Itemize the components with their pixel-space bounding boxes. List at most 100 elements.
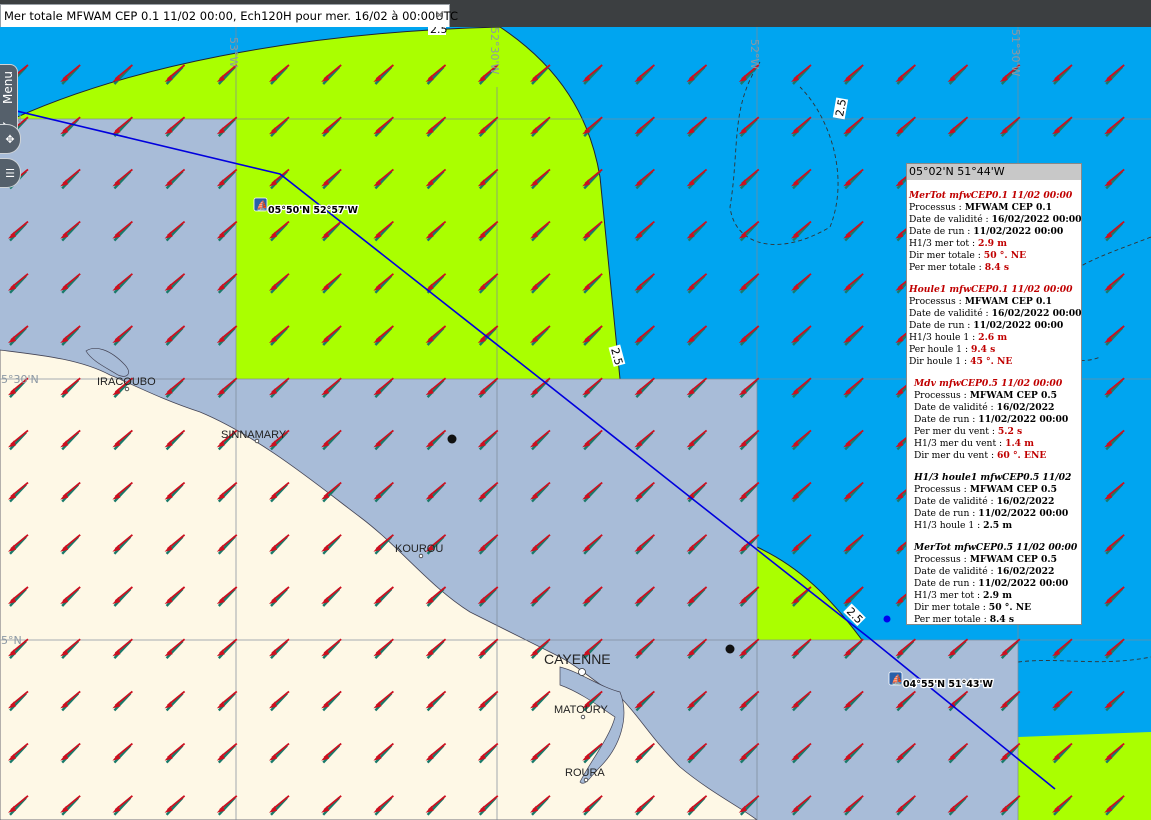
popup-line-label: Per mer du vent :	[914, 426, 998, 437]
popup-line-label: H1/3 mer tot :	[914, 590, 984, 601]
popup-line-label: Processus :	[914, 484, 970, 495]
route-position-marker[interactable]	[883, 615, 891, 623]
popup-line: Per mer du vent : 5.2 s	[914, 426, 1081, 438]
popup-block-title: MerTot mfwCEP0.1 11/02 00:00	[909, 190, 1073, 201]
popup-line-label: H1/3 mer du vent :	[914, 438, 1006, 449]
popup-line-label: Dir mer du vent :	[914, 450, 997, 461]
popup-line-value: MFWAM CEP 0.5	[969, 484, 1058, 495]
popup-block-title: Mdv mfwCEP0.5 11/02 00:00	[914, 378, 1063, 389]
popup-line: Per houle 1 : 9.4 s	[909, 344, 1081, 356]
popup-line-value: 2.5 m	[983, 520, 1013, 531]
popup-line: Dir houle 1 : 45 °. NE	[909, 356, 1081, 368]
place-iracoubo: IRACOUBO	[97, 376, 156, 388]
popup-line-label: Date de validité :	[914, 496, 997, 507]
popup-line-label: H1/3 houle 1 :	[909, 332, 979, 343]
popup-line-value: 2.9 m	[978, 238, 1007, 249]
popup-line-label: Processus :	[914, 554, 970, 565]
contour-label: 2.5	[430, 27, 448, 36]
map-view[interactable]: 53°W 52°30'W 52°W 51°30'W 06°N 05°30'N 0…	[0, 27, 1151, 820]
popup-line-value: 16/02/2022	[996, 496, 1055, 507]
popup-block-title: Houle1 mfwCEP0.1 11/02 00:00	[909, 284, 1073, 295]
popup-line-label: Date de run :	[914, 414, 979, 425]
popup-line-label: Per mer totale :	[914, 614, 990, 625]
waypoint-end-label: 04°55'N 51°43'W	[903, 679, 993, 690]
popup-line-label: Date de validité :	[909, 214, 992, 225]
popup-line: Per mer totale : 8.4 s	[914, 614, 1081, 626]
popup-line: Date de validité : 16/02/2022	[914, 402, 1081, 414]
close-icon[interactable]: ×	[434, 8, 445, 23]
lat-label-5: 05°N	[0, 634, 22, 647]
popup-line: Processus : MFWAM CEP 0.5	[914, 554, 1081, 566]
popup-line-value: 16/02/2022 00:00	[991, 308, 1082, 319]
popup-body: MerTot mfwCEP0.1 11/02 00:00 Processus : …	[907, 190, 1082, 626]
popup-line: Processus : MFWAM CEP 0.5	[914, 390, 1081, 402]
popup-line-value: 50 °. NE	[983, 250, 1027, 261]
popup-line-value: 1.4 m	[1005, 438, 1034, 449]
popup-line-value: 5.2 s	[997, 426, 1023, 437]
popup-line-label: Processus :	[909, 296, 965, 307]
popup-block: Houle1 mfwCEP0.1 11/02 00:00 Processus : …	[907, 284, 1082, 368]
popup-line-value: MFWAM CEP 0.1	[964, 296, 1053, 307]
popup-line: Dir mer du vent : 60 °. ENE	[914, 450, 1081, 462]
buoy-marker[interactable]	[447, 434, 457, 444]
compass-icon: ✥	[5, 132, 15, 146]
popup-line-label: Processus :	[909, 202, 965, 213]
lon-label-53: 53°W	[227, 37, 240, 67]
popup-line-value: 11/02/2022 00:00	[973, 226, 1064, 237]
popup-line-label: Per houle 1 :	[909, 344, 971, 355]
popup-line: Dir mer totale : 50 °. NE	[909, 250, 1081, 262]
lon-label-52-30: 52°30'W	[488, 27, 501, 75]
popup-line-value: 11/02/2022 00:00	[978, 508, 1069, 519]
popup-line-label: Dir mer totale :	[914, 602, 989, 613]
menu-label: Menu	[1, 71, 15, 104]
popup-line: Date de run : 11/02/2022 00:00	[914, 578, 1081, 590]
popup-line: H1/3 houle 1 : 2.6 m	[909, 332, 1081, 344]
lon-label-51-30: 51°30'W	[1009, 29, 1022, 77]
boat-icon: ⛵	[256, 199, 268, 212]
popup-line-label: Date de run :	[909, 226, 974, 237]
tab-map-layer[interactable]: Mer totale MFWAM CEP 0.1 11/02 00:00, Ec…	[0, 4, 458, 27]
popup-line-label: Date de validité :	[914, 402, 997, 413]
place-matoury: MATOURY	[554, 704, 608, 716]
popup-line-label: Date de run :	[914, 508, 979, 519]
popup-line: Date de validité : 16/02/2022	[914, 566, 1081, 578]
place-cayenne: CAYENNE	[544, 651, 611, 667]
popup-line-value: MFWAM CEP 0.5	[969, 390, 1058, 401]
popup-line-value: 16/02/2022	[996, 402, 1055, 413]
popup-block-title: MerTot mfwCEP0.5 11/02 00:00	[914, 542, 1078, 553]
popup-line: Date de validité : 16/02/2022 00:00	[909, 308, 1082, 320]
tab-bar: Mer totale MFWAM CEP 0.1 11/02 00:00, Ec…	[0, 0, 1151, 27]
popup-line-value: 9.4 s	[970, 344, 996, 355]
popup-line-value: MFWAM CEP 0.5	[969, 554, 1058, 565]
popup-line-value: 60 °. ENE	[996, 450, 1047, 461]
popup-line-value: 11/02/2022 00:00	[973, 320, 1064, 331]
popup-line-label: Date de run :	[914, 578, 979, 589]
popup-line-label: H1/3 mer tot :	[909, 238, 979, 249]
buoy-marker[interactable]	[725, 644, 735, 654]
popup-line: H1/3 houle 1 : 2.5 m	[914, 520, 1081, 532]
popup-line: Date de run : 11/02/2022 00:00	[914, 508, 1081, 520]
popup-line: Dir mer totale : 50 °. NE	[914, 602, 1081, 614]
popup-line-label: Date de validité :	[914, 566, 997, 577]
popup-line: Processus : MFWAM CEP 0.1	[909, 296, 1081, 308]
popup-line-value: 8.4 s	[989, 614, 1015, 625]
waypoint-start-label: 05°50'N 52°57'W	[268, 205, 358, 216]
point-info-popup[interactable]: 05°02'N 51°44'W MerTot mfwCEP0.1 11/02 0…	[906, 163, 1082, 625]
popup-line: Date de run : 11/02/2022 00:00	[909, 226, 1081, 238]
popup-line: Date de validité : 16/02/2022 00:00	[909, 214, 1082, 226]
popup-line-label: Dir mer totale :	[909, 250, 984, 261]
popup-block-title: H1/3 houle1 mfwCEP0.5 11/02	[914, 472, 1072, 483]
popup-line-value: 11/02/2022 00:00	[978, 414, 1069, 425]
popup-line-label: Date de run :	[909, 320, 974, 331]
tab-title: Mer totale MFWAM CEP 0.1 11/02 00:00, Ec…	[4, 9, 459, 23]
popup-block: H1/3 houle1 mfwCEP0.5 11/02 Processus : M…	[907, 472, 1081, 532]
popup-line-value: 45 °. NE	[970, 356, 1013, 367]
popup-line: Date de run : 11/02/2022 00:00	[914, 414, 1081, 426]
boat-icon: ⛵	[891, 673, 903, 686]
popup-line: H1/3 mer tot : 2.9 m	[909, 238, 1081, 250]
popup-line-value: 50 °. NE	[988, 602, 1032, 613]
popup-line-value: 11/02/2022 00:00	[978, 578, 1069, 589]
popup-line-value: 8.4 s	[984, 262, 1010, 273]
popup-coordinates: 05°02'N 51°44'W	[907, 164, 1081, 180]
list-icon: ☰	[5, 166, 15, 180]
